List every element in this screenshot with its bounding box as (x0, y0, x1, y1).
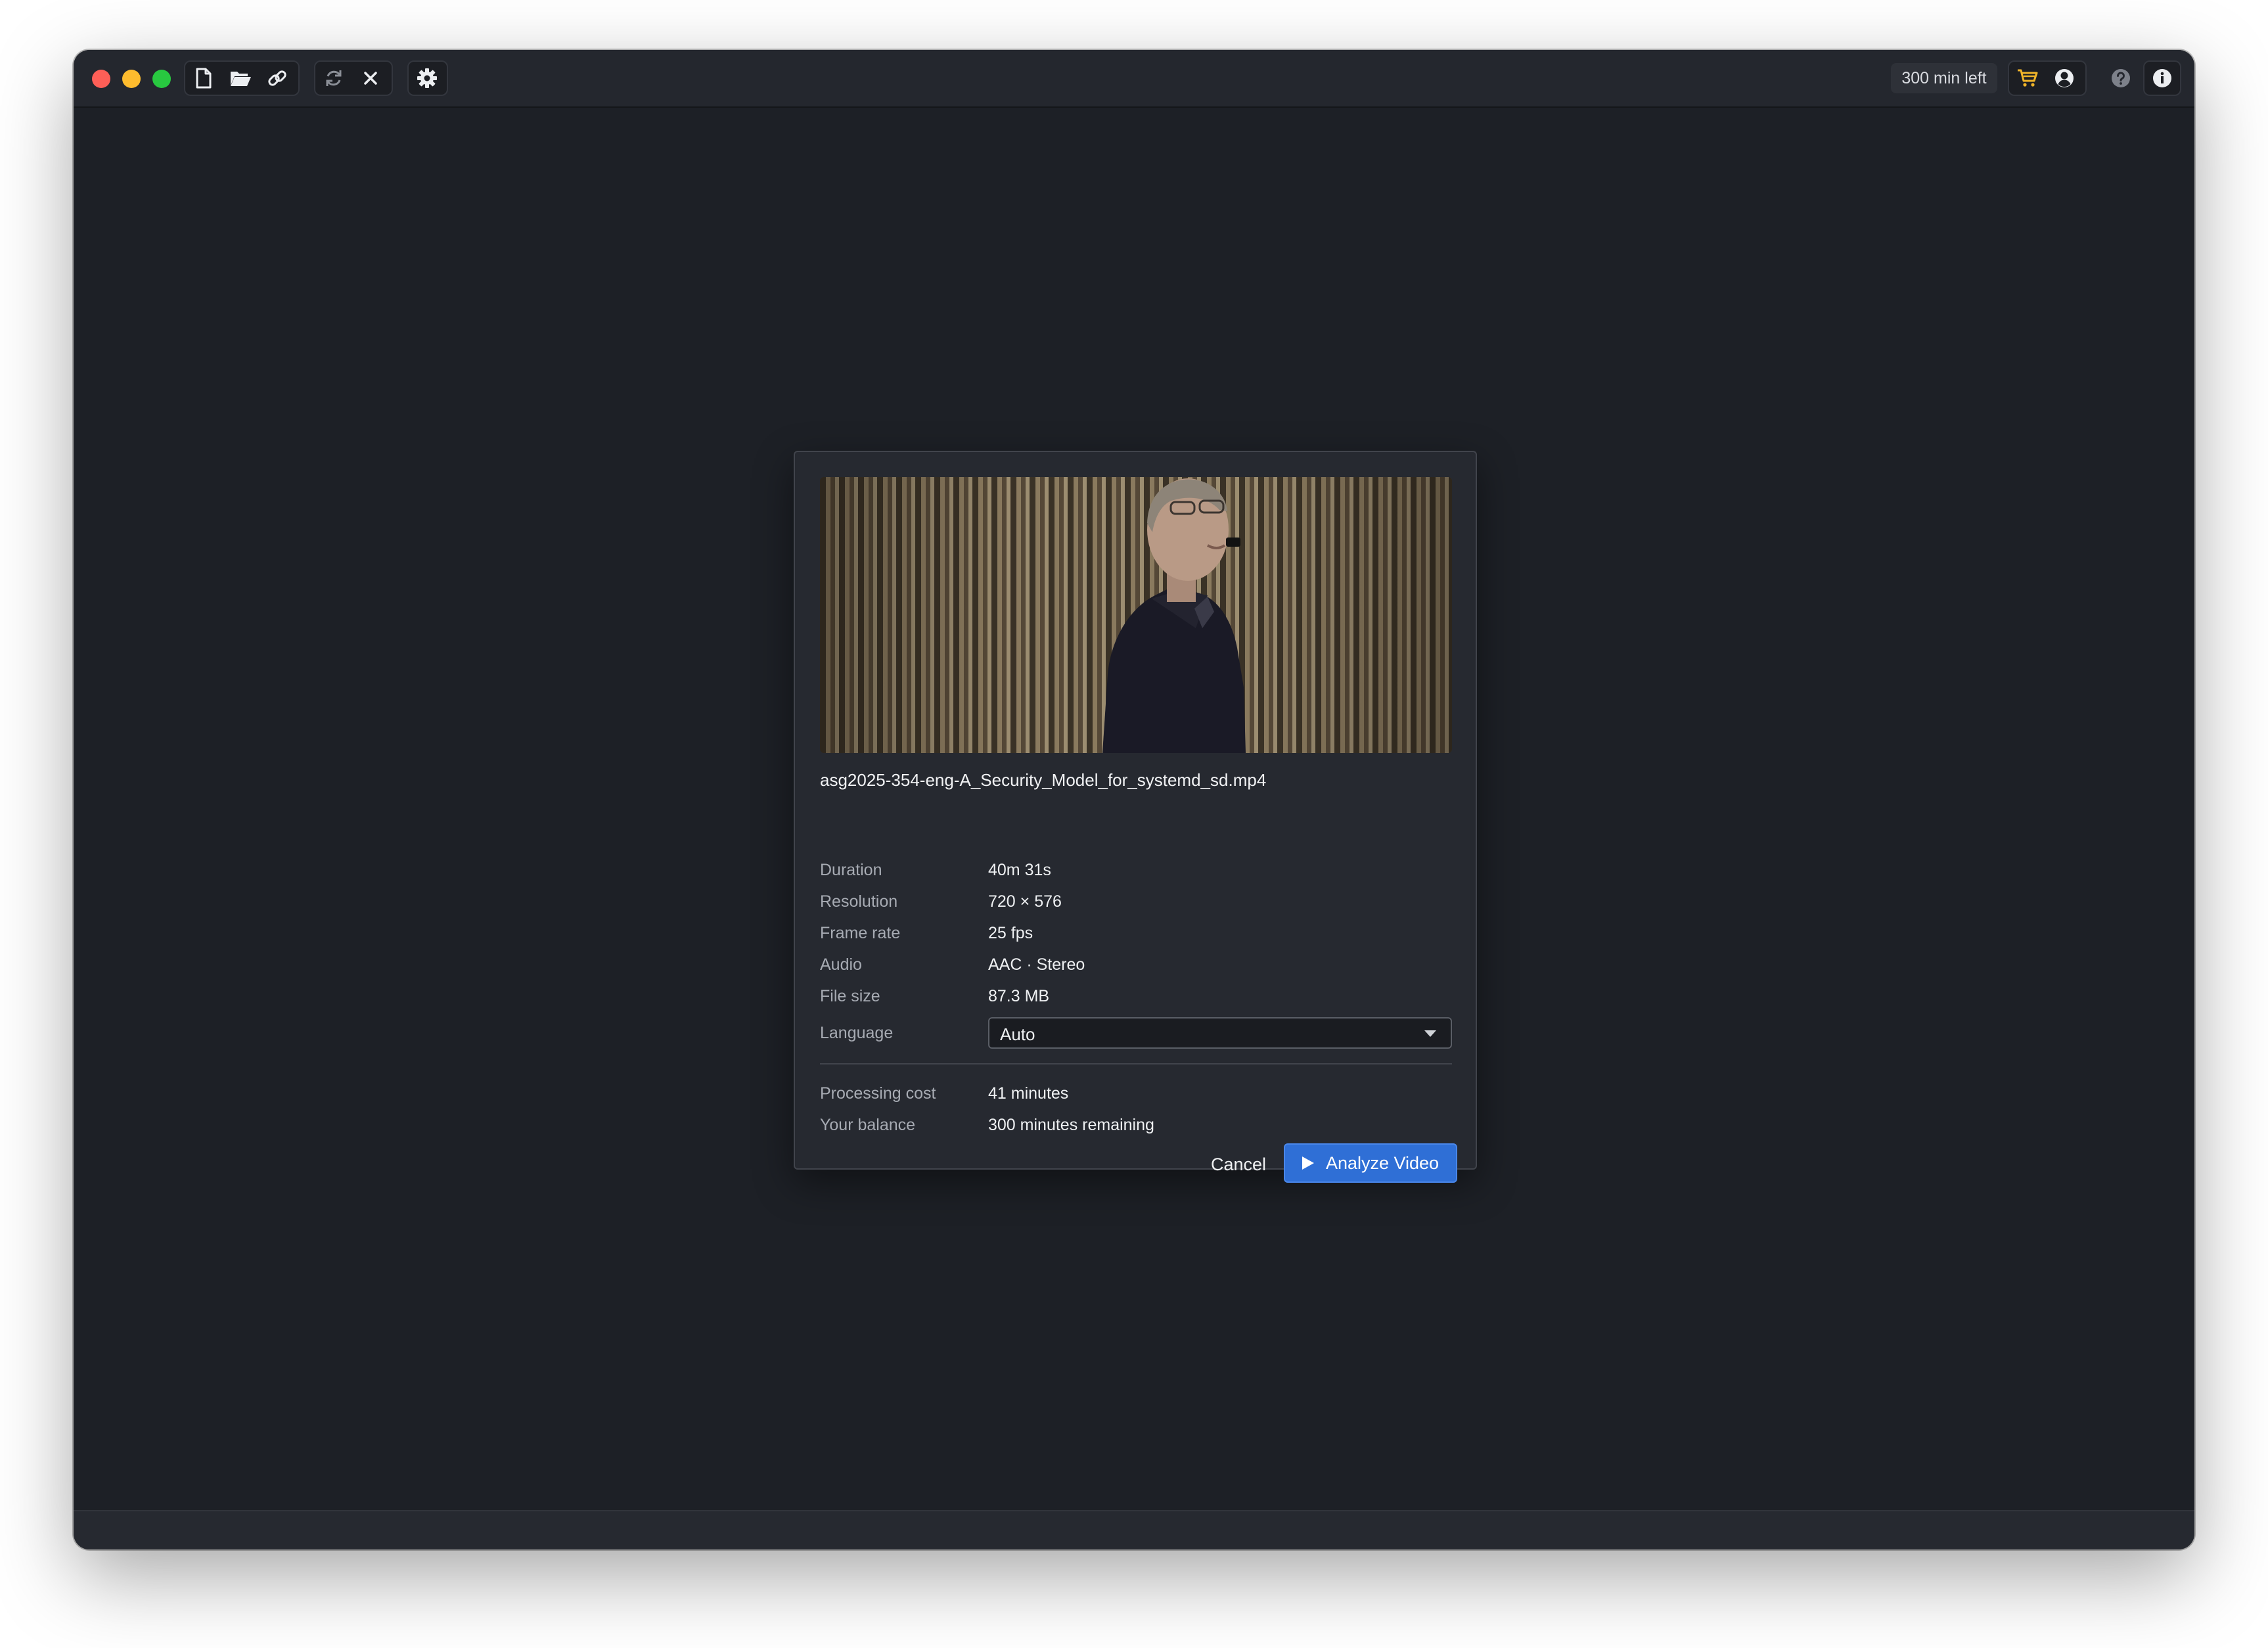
titlebar: 300 min left (74, 50, 2194, 108)
help-button[interactable] (2102, 62, 2139, 95)
open-folder-button[interactable] (222, 62, 259, 95)
info-value: 87.3 MB (988, 987, 1050, 1005)
info-button[interactable] (2144, 62, 2180, 95)
info-value: 40m 31s (988, 861, 1051, 879)
account-toolbar-group (2008, 60, 2087, 96)
info-label: File size (820, 987, 880, 1005)
language-selected-value: Auto (1000, 1024, 1035, 1044)
cost-value: 300 minutes remaining (988, 1116, 1154, 1134)
new-file-button[interactable] (185, 62, 222, 95)
chevron-down-icon (1424, 1030, 1436, 1037)
new-file-icon (196, 68, 212, 89)
settings-toolbar-group (407, 60, 448, 96)
buy-minutes-button[interactable] (2009, 62, 2046, 95)
settings-button[interactable] (409, 62, 445, 95)
analyze-video-button[interactable]: Analyze Video (1284, 1143, 1457, 1183)
cancel-button[interactable]: Cancel (1202, 1149, 1275, 1180)
play-icon (1302, 1156, 1314, 1170)
cost-label: Processing cost (820, 1084, 936, 1103)
video-thumbnail (820, 477, 1452, 753)
cancel-job-button[interactable] (352, 62, 389, 95)
info-value: 720 × 576 (988, 892, 1062, 911)
open-folder-icon (231, 72, 251, 86)
refresh-icon (326, 70, 342, 86)
info-value: 25 fps (988, 924, 1033, 942)
info-row-frame-rate: Frame rate 25 fps (820, 920, 1451, 946)
info-toolbar-group (2143, 60, 2181, 96)
cost-row-processing: Processing cost 41 minutes (820, 1080, 1451, 1107)
info-label: Audio (820, 955, 862, 974)
cost-row-balance: Your balance 300 minutes remaining (820, 1112, 1451, 1138)
window-close-button[interactable] (92, 70, 110, 88)
cost-label: Your balance (820, 1116, 916, 1134)
settings-gear-icon (417, 68, 437, 88)
info-value: AAC · Stereo (988, 955, 1085, 974)
info-label: Resolution (820, 892, 898, 911)
window-minimize-button[interactable] (122, 70, 141, 88)
info-label: Duration (820, 861, 882, 879)
status-bar (74, 1510, 2194, 1549)
info-row-duration: Duration 40m 31s (820, 857, 1451, 883)
info-row-resolution: Resolution 720 × 576 (820, 888, 1451, 915)
credits-badge: 300 min left (1891, 63, 1997, 93)
link-icon (268, 70, 286, 86)
language-label: Language (820, 1024, 894, 1042)
info-label: Frame rate (820, 924, 901, 942)
cost-value: 41 minutes (988, 1084, 1069, 1103)
refresh-button[interactable] (315, 62, 352, 95)
video-filename: asg2025-354-eng-A_Security_Model_for_sys… (820, 770, 1267, 790)
close-icon (364, 72, 377, 85)
help-icon (2112, 69, 2130, 87)
info-row-audio: Audio AAC · Stereo (820, 951, 1451, 978)
analyze-video-dialog: asg2025-354-eng-A_Security_Model_for_sys… (794, 451, 1477, 1183)
account-icon (2055, 69, 2074, 87)
app-window: 300 min left asg2025-354-eng-A_Security_… (74, 50, 2194, 1549)
cart-icon (2018, 69, 2038, 87)
thumbnail-vignette (820, 477, 1452, 753)
language-select[interactable]: Auto (988, 1017, 1452, 1049)
link-button[interactable] (259, 62, 296, 95)
info-icon (2153, 69, 2171, 87)
dialog-divider (820, 1063, 1452, 1064)
analyze-video-label: Analyze Video (1325, 1153, 1440, 1173)
window-zoom-button[interactable] (152, 70, 171, 88)
account-button[interactable] (2046, 62, 2083, 95)
job-toolbar-group (314, 60, 393, 96)
info-row-file-size: File size 87.3 MB (820, 983, 1451, 1009)
file-toolbar-group (184, 60, 300, 96)
